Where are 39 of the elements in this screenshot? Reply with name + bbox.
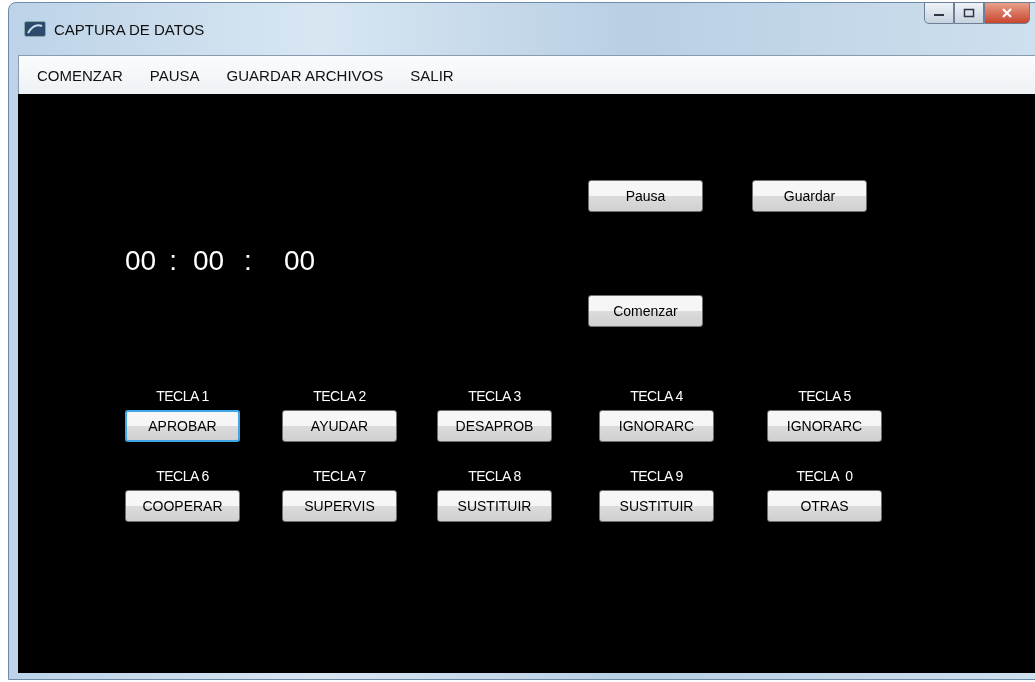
key-caption: TECLA 6	[156, 468, 209, 484]
close-icon	[1001, 8, 1013, 18]
window-title: CAPTURA DE DATOS	[54, 20, 205, 38]
key-caption: TECLA 7	[313, 468, 366, 484]
form-button[interactable]: Guardar	[752, 180, 867, 212]
key-button[interactable]: SUPERVIS	[282, 490, 397, 522]
key-button[interactable]: OTRAS	[767, 490, 882, 522]
key-button[interactable]: SUSTITUIR	[437, 490, 552, 522]
key-caption: TECLA 9	[630, 468, 683, 484]
timer-digits: 00	[192, 245, 225, 277]
key-caption: TECLA 2	[313, 388, 366, 404]
timer-digits: 00	[283, 245, 316, 277]
form-button[interactable]: Pausa	[588, 180, 703, 212]
menu-item[interactable]: PAUSA	[149, 66, 200, 84]
key-caption: TECLA 0	[796, 468, 853, 484]
timer-separator: :	[169, 245, 177, 277]
close-button[interactable]	[984, 2, 1030, 24]
key-button[interactable]: DESAPROB	[437, 410, 552, 442]
timer-separator: :	[244, 245, 252, 277]
key-caption: TECLA 1	[156, 388, 209, 404]
timer-digits: 00	[125, 245, 157, 277]
key-caption: TECLA 5	[798, 388, 851, 404]
maximize-button[interactable]	[954, 2, 984, 24]
key-button[interactable]: AYUDAR	[282, 410, 397, 442]
key-button[interactable]: IGNORARC	[767, 410, 882, 442]
key-button[interactable]: SUSTITUIR	[599, 490, 714, 522]
key-button[interactable]: COOPERAR	[125, 490, 240, 522]
key-caption: TECLA 4	[630, 388, 683, 404]
form-button[interactable]: Comenzar	[588, 294, 703, 327]
minimize-button[interactable]	[924, 2, 954, 24]
key-caption: TECLA 3	[468, 388, 521, 404]
menu-item[interactable]: SALIR	[410, 66, 454, 84]
app-icon	[24, 21, 46, 37]
maximize-icon	[963, 8, 975, 18]
key-caption: TECLA 8	[468, 468, 521, 484]
key-button[interactable]: IGNORARC	[599, 410, 714, 442]
key-button[interactable]: APROBAR	[125, 410, 240, 442]
menu-item[interactable]: COMENZAR	[37, 66, 123, 84]
menu-item[interactable]: GUARDAR ARCHIVOS	[226, 66, 384, 84]
